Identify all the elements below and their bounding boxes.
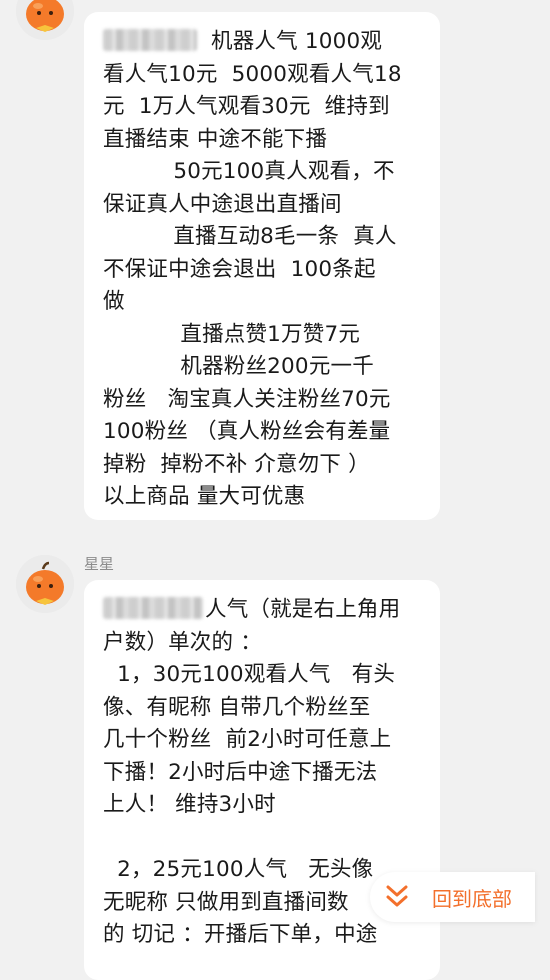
message-line: 100粉丝 （真人粉丝会有差量 bbox=[103, 419, 391, 444]
message-line: 掉粉 掉粉不补 介意勿下 ） bbox=[103, 451, 370, 477]
sender-name: 星星 bbox=[84, 555, 115, 573]
avatar[interactable] bbox=[16, 555, 74, 613]
scroll-to-bottom-label: 回到底部 bbox=[432, 886, 512, 911]
message-line: 几十个粉丝 前2小时可任意上 bbox=[103, 727, 392, 752]
message-line: 像、有昵称 自带几个粉丝至 bbox=[103, 694, 371, 720]
pumpkin-avatar-icon bbox=[16, 555, 74, 613]
message-line bbox=[103, 822, 422, 855]
message-line: 元 1万人气观看30元 维持到 bbox=[103, 94, 390, 119]
message-line: 不保证中途会退出 100条起 bbox=[103, 256, 376, 282]
message-line: 人气（就是右上角用 bbox=[103, 594, 422, 627]
message-line: 粉丝 淘宝真人关注粉丝70元 bbox=[103, 386, 391, 412]
redacted-text bbox=[103, 29, 197, 51]
message-line: 50元100真人观看，不 bbox=[103, 159, 395, 184]
message-line: 下播！2小时后中途下播无法 bbox=[103, 759, 378, 785]
message-line: 直播结束 中途不能下播 bbox=[103, 126, 328, 152]
avatar[interactable] bbox=[16, 0, 74, 40]
message-line: 直播点赞1万赞7元 bbox=[103, 321, 361, 347]
message-line: 看人气10元 5000观看人气18 bbox=[103, 61, 402, 87]
message-bubble[interactable]: 机器人气 1000观 看人气10元 5000观看人气18 元 1万人气观看30元… bbox=[84, 12, 440, 520]
scroll-to-bottom-button[interactable]: 回到底部 bbox=[370, 872, 535, 922]
message-line: 直播互动8毛一条 真人 bbox=[103, 224, 397, 249]
message-line: 做 bbox=[103, 289, 125, 314]
double-chevron-down-icon bbox=[386, 885, 408, 907]
message-line: 机器人气 1000观 bbox=[103, 26, 422, 59]
message-line: 上人！ 维持3小时 bbox=[103, 792, 276, 817]
redacted-text bbox=[103, 597, 203, 619]
message-line: 的 切记 ：开播后下单，中途 bbox=[103, 922, 378, 947]
message-line: 以上商品 量大可优惠 bbox=[103, 484, 306, 509]
message-line: 户数）单次的 ： bbox=[103, 629, 262, 655]
message-line: 保证真人中途退出直播间 bbox=[103, 191, 342, 217]
pumpkin-avatar-icon bbox=[16, 0, 74, 40]
message-line: 1，30元100观看人气 有头 bbox=[103, 662, 396, 687]
message-line: 机器粉丝200元一千 bbox=[103, 354, 374, 379]
